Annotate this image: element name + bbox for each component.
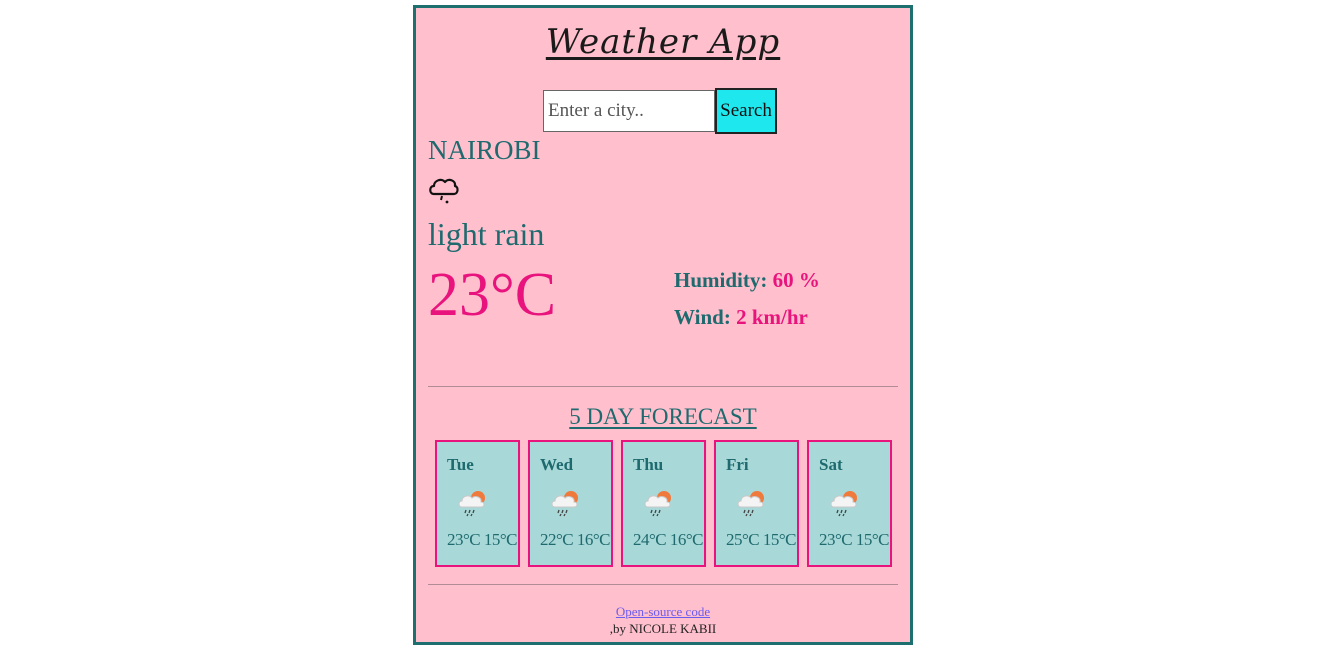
sun-behind-rain-cloud-icon bbox=[830, 491, 857, 517]
weather-app-container: Weather App Search NAIROBI light rain 23… bbox=[413, 5, 913, 645]
wind-value: 2 km/hr bbox=[736, 305, 808, 329]
forecast-day-name: Wed bbox=[540, 455, 574, 474]
wind-label: Wind: bbox=[674, 305, 731, 329]
humidity-label: Humidity: bbox=[674, 268, 768, 292]
forecast-temps: 23°C 15°C bbox=[819, 530, 890, 549]
open-source-link-text[interactable]: Open-source code bbox=[616, 604, 710, 619]
divider bbox=[428, 584, 898, 585]
forecast-temps: 25°C 15°C bbox=[726, 530, 797, 549]
app-title: Weather App bbox=[545, 22, 781, 62]
city-name: NAIROBI bbox=[428, 135, 541, 165]
sun-behind-rain-cloud-icon bbox=[551, 491, 578, 517]
sun-behind-rain-cloud-icon bbox=[644, 491, 671, 517]
wind-row: Wind: 2 km/hr bbox=[674, 299, 820, 336]
forecast-card-tue: Tue 23°C 15°C bbox=[435, 440, 520, 567]
forecast-day-name: Fri bbox=[726, 455, 749, 474]
open-source-link[interactable]: Open-source code bbox=[416, 604, 910, 620]
forecast-temps: 22°C 16°C bbox=[540, 530, 611, 549]
current-temperature: 23°C bbox=[428, 261, 557, 329]
author-credit: ,by NICOLE KABII bbox=[609, 621, 717, 636]
forecast-day-name: Thu bbox=[633, 455, 664, 474]
sun-behind-rain-cloud-icon bbox=[458, 491, 485, 517]
forecast-card-wed: Wed 22°C 16°C bbox=[528, 440, 613, 567]
divider bbox=[428, 386, 898, 387]
humidity-row: Humidity: 60 % bbox=[674, 262, 820, 299]
forecast-card-fri: Fri 25°C 15°C bbox=[714, 440, 799, 567]
humidity-value: 60 % bbox=[772, 268, 820, 292]
forecast-list: Tue 23°C 15°C Wed 22°C 16°C Thu 24°C 16°… bbox=[435, 440, 892, 567]
weather-stats: Humidity: 60 % Wind: 2 km/hr bbox=[674, 262, 820, 336]
rain-cloud-icon bbox=[429, 178, 459, 204]
search-form: Search bbox=[543, 88, 777, 134]
sun-behind-rain-cloud-icon bbox=[737, 491, 764, 517]
forecast-temps: 23°C 15°C bbox=[447, 530, 518, 549]
weather-description: light rain bbox=[428, 216, 545, 252]
city-search-input[interactable] bbox=[543, 90, 715, 132]
forecast-day-name: Tue bbox=[447, 455, 474, 474]
forecast-card-sat: Sat 23°C 15°C bbox=[807, 440, 892, 567]
forecast-card-thu: Thu 24°C 16°C bbox=[621, 440, 706, 567]
forecast-title: 5 DAY FORECAST bbox=[569, 404, 757, 429]
forecast-day-name: Sat bbox=[819, 455, 843, 474]
search-button[interactable]: Search bbox=[715, 88, 777, 134]
forecast-temps: 24°C 16°C bbox=[633, 530, 704, 549]
